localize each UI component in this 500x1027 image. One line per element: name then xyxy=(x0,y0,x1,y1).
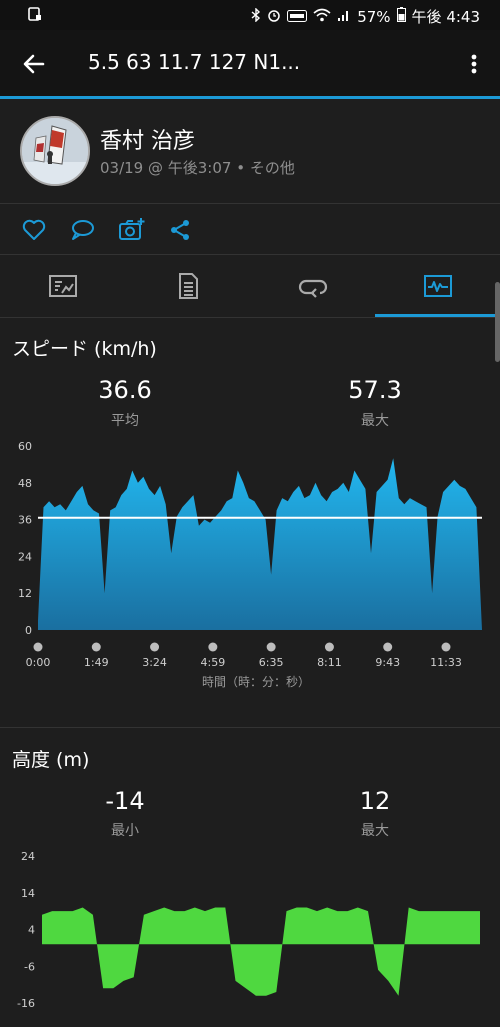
volte-icon xyxy=(287,8,308,26)
arrow-back-icon xyxy=(23,54,45,74)
signal-icon xyxy=(337,8,351,26)
speed-x-axis-label: 時間（時：分：秒） xyxy=(202,675,310,689)
profile-header: 香村 治彦 03/19 @ 午後3:07 • その他 xyxy=(0,99,500,204)
speed-title: スピード (km/h) xyxy=(12,338,157,360)
speed-avg-label: 平均 xyxy=(111,413,139,429)
speed-x-tick: 0:00 xyxy=(26,656,51,669)
speed-area-series xyxy=(38,458,482,630)
speed-x-tick-dot xyxy=(91,642,101,652)
speed-y-tick: 24 xyxy=(18,550,32,563)
speed-x-tick: 8:11 xyxy=(317,656,342,669)
tab-stats[interactable] xyxy=(125,255,250,317)
sim-card-icon xyxy=(28,7,41,21)
speed-x-tick: 9:43 xyxy=(375,656,400,669)
chart-icon xyxy=(424,275,452,297)
document-icon xyxy=(179,273,198,299)
windsurf-photo xyxy=(22,118,88,184)
active-tab-indicator xyxy=(375,314,500,317)
status-bar: 57% 午後 4:43 xyxy=(0,0,500,30)
speed-avg-value: 36.6 xyxy=(98,376,152,404)
comment-button[interactable] xyxy=(68,216,96,244)
action-bar xyxy=(0,204,500,255)
speed-x-tick-dot xyxy=(33,642,43,652)
elevation-area-series xyxy=(42,907,480,996)
activity-subtitle: 03/19 @ 午後3:07 • その他 xyxy=(100,159,295,177)
app-bar: 5.5 63 11.7 127 N1... xyxy=(0,30,500,96)
speed-y-tick: 60 xyxy=(18,440,32,453)
speed-chart: 60 48 36 24 12 0 0:00 1:49 3:24 4:59 6:35 8:11 9:43… xyxy=(18,440,482,689)
tab-bar xyxy=(0,255,500,318)
elevation-y-tick: -16 xyxy=(17,997,35,1010)
speed-max-value: 57.3 xyxy=(348,376,402,404)
more-vert-icon xyxy=(471,54,477,74)
speed-x-tick-dot xyxy=(441,642,451,652)
speed-y-tick: 12 xyxy=(18,587,32,600)
add-photo-button[interactable] xyxy=(118,216,146,244)
elevation-y-tick: 4 xyxy=(28,924,35,937)
elevation-y-tick: 14 xyxy=(21,887,35,900)
tab-charts[interactable] xyxy=(375,255,500,317)
overflow-menu-button[interactable] xyxy=(462,48,486,80)
speed-x-tick-dot xyxy=(324,642,334,652)
elevation-title: 高度 (m) xyxy=(12,749,90,771)
tab-laps[interactable] xyxy=(250,255,375,317)
speed-y-tick: 0 xyxy=(25,624,32,637)
battery-icon xyxy=(396,7,406,26)
speed-x-tick: 11:33 xyxy=(430,656,462,669)
wifi-icon xyxy=(313,8,331,26)
elevation-min-label: 最小 xyxy=(111,823,139,839)
back-button[interactable] xyxy=(18,48,50,80)
elevation-max-value: 12 xyxy=(359,787,391,815)
elevation-chart: 24 14 4 -6 -16 xyxy=(17,850,480,1010)
speed-x-tick: 3:24 xyxy=(142,656,167,669)
share-button[interactable] xyxy=(166,216,194,244)
speed-x-tick: 1:49 xyxy=(84,656,109,669)
like-button[interactable] xyxy=(20,216,48,244)
camera-plus-icon xyxy=(119,218,145,240)
speed-x-tick-dot xyxy=(266,642,276,652)
clock: 午後 4:43 xyxy=(411,8,480,26)
speed-x-tick: 6:35 xyxy=(259,656,284,669)
elevation-y-tick: -6 xyxy=(24,960,35,973)
scrollbar[interactable] xyxy=(495,282,500,362)
speed-y-tick: 36 xyxy=(18,514,32,527)
laps-icon xyxy=(298,279,328,298)
bluetooth-icon xyxy=(251,6,261,26)
share-icon xyxy=(171,220,189,240)
user-name: 香村 治彦 xyxy=(100,129,195,154)
speed-y-tick: 48 xyxy=(18,477,32,490)
tab-overview[interactable] xyxy=(0,255,125,317)
alarm-icon xyxy=(267,8,281,26)
elevation-max-label: 最大 xyxy=(361,823,389,839)
speed-x-tick-dot xyxy=(150,642,160,652)
activity-title: 5.5 63 11.7 127 N1... xyxy=(88,50,301,74)
speed-x-tick-dot xyxy=(383,642,393,652)
avatar[interactable] xyxy=(20,116,90,186)
heart-icon xyxy=(22,219,46,240)
overview-icon xyxy=(49,275,77,297)
elevation-min-value: -14 xyxy=(105,787,145,815)
speed-x-tick: 4:59 xyxy=(201,656,226,669)
comment-icon xyxy=(72,220,94,240)
speed-max-label: 最大 xyxy=(361,413,389,429)
section-divider xyxy=(0,727,500,728)
speed-x-tick-dot xyxy=(208,642,218,652)
battery-percent: 57% xyxy=(357,7,391,26)
elevation-y-tick: 24 xyxy=(21,850,35,863)
